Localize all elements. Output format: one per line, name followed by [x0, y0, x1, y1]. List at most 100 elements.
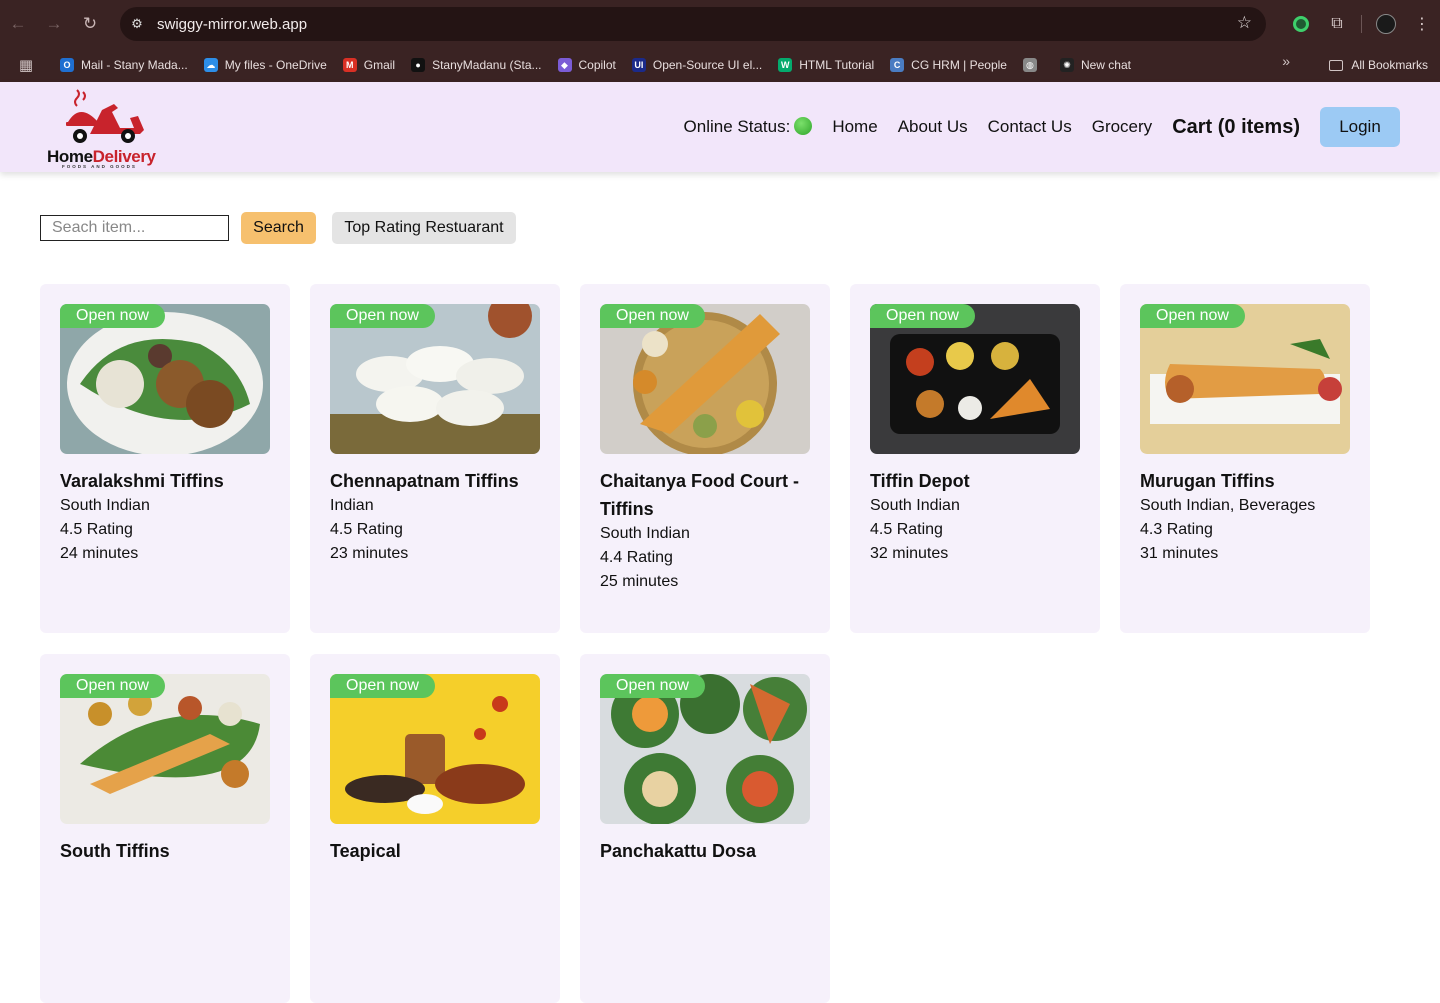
- restaurant-delivery-time: 32 minutes: [870, 545, 949, 562]
- apps-grid-icon[interactable]: ▦: [0, 56, 52, 74]
- bookmark-favicon-icon: M: [342, 58, 357, 72]
- puzzle-icon[interactable]: ⧉: [1319, 0, 1355, 48]
- bookmark-item[interactable]: ● StanyMadanu (Sta...: [403, 53, 549, 77]
- nav-home[interactable]: Home: [832, 117, 877, 137]
- top-rating-button[interactable]: Top Rating Restuarant: [332, 212, 516, 244]
- bookmark-item[interactable]: ✺ New chat: [1052, 53, 1139, 77]
- forward-icon[interactable]: →: [36, 0, 72, 48]
- open-now-badge: Open now: [330, 304, 435, 328]
- bookmark-item[interactable]: UI Open-Source UI el...: [624, 53, 770, 77]
- restaurant-delivery-time: 23 minutes: [330, 545, 409, 562]
- folder-icon: [1329, 59, 1344, 71]
- more-bookmarks-icon[interactable]: »: [1282, 53, 1290, 69]
- bookmark-label: Copilot: [578, 58, 616, 72]
- restaurant-details: South Indian 4.4 Rating 25 minutes: [600, 522, 815, 594]
- logo-tagline: FOODS AND GOODS: [62, 164, 137, 169]
- main-nav: Online Status: Home About Us Contact Us …: [664, 107, 1400, 147]
- bookmark-favicon-icon: ◍: [1022, 58, 1037, 72]
- bookmark-item[interactable]: O Mail - Stany Mada...: [52, 53, 196, 77]
- online-status-icon: [794, 117, 813, 135]
- bookmark-favicon-icon: ☁: [203, 58, 218, 72]
- restaurant-card[interactable]: Open now Teapical: [310, 654, 560, 1003]
- restaurant-name[interactable]: Chaitanya Food Court - Tiffins: [600, 467, 815, 523]
- browser-toolbar: ← → ↻ ⚙ swiggy-mirror.web.app ☆ ⧉ ⋮: [0, 0, 1440, 48]
- open-now-badge: Open now: [870, 304, 975, 328]
- search-button[interactable]: Search: [241, 212, 316, 244]
- restaurant-card[interactable]: Open now Chaitanya Food Court - Tiffins So…: [580, 284, 830, 633]
- restaurant-card[interactable]: Open now Chennapatnam Tiffins Indian 4.5 Ra…: [310, 284, 560, 633]
- cart-link[interactable]: Cart (0 items): [1172, 116, 1300, 139]
- nav-grocery[interactable]: Grocery: [1092, 117, 1152, 137]
- restaurant-name[interactable]: Panchakattu Dosa: [600, 837, 815, 865]
- restaurant-delivery-time: 25 minutes: [600, 573, 679, 590]
- bookmark-favicon-icon: ◆: [557, 58, 572, 72]
- bookmark-favicon-icon: W: [778, 58, 793, 72]
- profile-avatar[interactable]: [1368, 0, 1404, 48]
- bookmark-item[interactable]: ◍: [1015, 53, 1052, 77]
- bookmark-item[interactable]: C CG HRM | People: [882, 53, 1015, 77]
- bookmark-item[interactable]: M Gmail: [335, 53, 403, 77]
- restaurant-rating: 4.4 Rating: [600, 549, 673, 566]
- open-now-badge: Open now: [600, 304, 705, 328]
- restaurant-rating: 4.5 Rating: [60, 521, 133, 538]
- restaurant-details: Indian 4.5 Rating 23 minutes: [330, 494, 545, 566]
- extension-icon[interactable]: [1283, 0, 1319, 48]
- back-icon[interactable]: ←: [0, 0, 36, 48]
- restaurant-card[interactable]: Open now Tiffin Depot South Indian 4.5 Rati…: [850, 284, 1100, 633]
- site-logo[interactable]: HomeDelivery FOODS AND GOODS: [46, 86, 170, 169]
- bookmark-favicon-icon: ✺: [1059, 58, 1074, 72]
- restaurant-delivery-time: 24 minutes: [60, 545, 139, 562]
- nav-about-us[interactable]: About Us: [898, 117, 968, 137]
- toolbar-divider: [1361, 15, 1362, 33]
- restaurant-delivery-time: 31 minutes: [1140, 545, 1219, 562]
- restaurant-name[interactable]: South Tiffins: [60, 837, 275, 865]
- bookmark-favicon-icon: ●: [411, 58, 426, 72]
- restaurant-name[interactable]: Teapical: [330, 837, 545, 865]
- login-button[interactable]: Login: [1320, 107, 1400, 147]
- bookmark-label: StanyMadanu (Sta...: [432, 58, 542, 72]
- restaurant-cuisine: South Indian: [870, 497, 960, 514]
- bookmark-label: CG HRM | People: [911, 58, 1007, 72]
- restaurant-cuisine: Indian: [330, 497, 374, 514]
- bookmark-favicon-icon: UI: [631, 58, 646, 72]
- restaurant-card[interactable]: Open now Varalakshmi Tiffins South Indian 4…: [40, 284, 290, 633]
- restaurant-rating: 4.5 Rating: [870, 521, 943, 538]
- restaurant-card[interactable]: Open now Panchakattu Dosa: [580, 654, 830, 1003]
- restaurant-card[interactable]: Open now South Tiffins: [40, 654, 290, 1003]
- bookmark-favicon-icon: C: [890, 58, 905, 72]
- open-now-badge: Open now: [60, 304, 165, 328]
- online-status: Online Status:: [684, 117, 813, 137]
- restaurant-card[interactable]: Open now Murugan Tiffins South Indian, Bev…: [1120, 284, 1370, 633]
- restaurant-name[interactable]: Varalakshmi Tiffins: [60, 467, 275, 495]
- bookmark-label: Open-Source UI el...: [652, 58, 763, 72]
- open-now-badge: Open now: [1140, 304, 1245, 328]
- bookmark-star-icon[interactable]: ☆: [1237, 13, 1252, 33]
- restaurant-name[interactable]: Tiffin Depot: [870, 467, 1085, 495]
- open-now-badge: Open now: [330, 674, 435, 698]
- address-url[interactable]: swiggy-mirror.web.app: [157, 16, 307, 33]
- bookmark-item[interactable]: ☁ My files - OneDrive: [196, 53, 335, 77]
- kebab-menu-icon[interactable]: ⋮: [1404, 0, 1440, 48]
- bookmark-item[interactable]: ◆ Copilot: [550, 53, 624, 77]
- restaurant-cuisine: South Indian: [600, 525, 690, 542]
- restaurant-name[interactable]: Chennapatnam Tiffins: [330, 467, 545, 495]
- restaurant-rating: 4.5 Rating: [330, 521, 403, 538]
- bookmark-label: Mail - Stany Mada...: [81, 58, 188, 72]
- restaurant-name[interactable]: Murugan Tiffins: [1140, 467, 1355, 495]
- site-header: HomeDelivery FOODS AND GOODS Online Stat…: [0, 82, 1440, 172]
- address-bar[interactable]: ⚙ swiggy-mirror.web.app ☆: [120, 7, 1266, 41]
- search-input[interactable]: [40, 215, 229, 241]
- restaurant-details: South Indian 4.5 Rating 24 minutes: [60, 494, 275, 566]
- restaurant-cuisine: South Indian, Beverages: [1140, 497, 1316, 514]
- reload-icon[interactable]: ↻: [72, 0, 108, 48]
- all-bookmarks[interactable]: All Bookmarks: [1329, 53, 1428, 77]
- scooter-logo-icon: [66, 89, 144, 143]
- nav-contact-us[interactable]: Contact Us: [988, 117, 1072, 137]
- bookmark-label: My files - OneDrive: [224, 58, 327, 72]
- restaurant-details: South Indian, Beverages 4.3 Rating 31 minu…: [1140, 494, 1355, 566]
- restaurant-details: South Indian 4.5 Rating 32 minutes: [870, 494, 1085, 566]
- bookmark-item[interactable]: W HTML Tutorial: [770, 53, 882, 77]
- bookmark-label: Gmail: [363, 58, 396, 72]
- bookmark-label: New chat: [1080, 58, 1131, 72]
- site-settings-icon[interactable]: ⚙: [120, 7, 154, 41]
